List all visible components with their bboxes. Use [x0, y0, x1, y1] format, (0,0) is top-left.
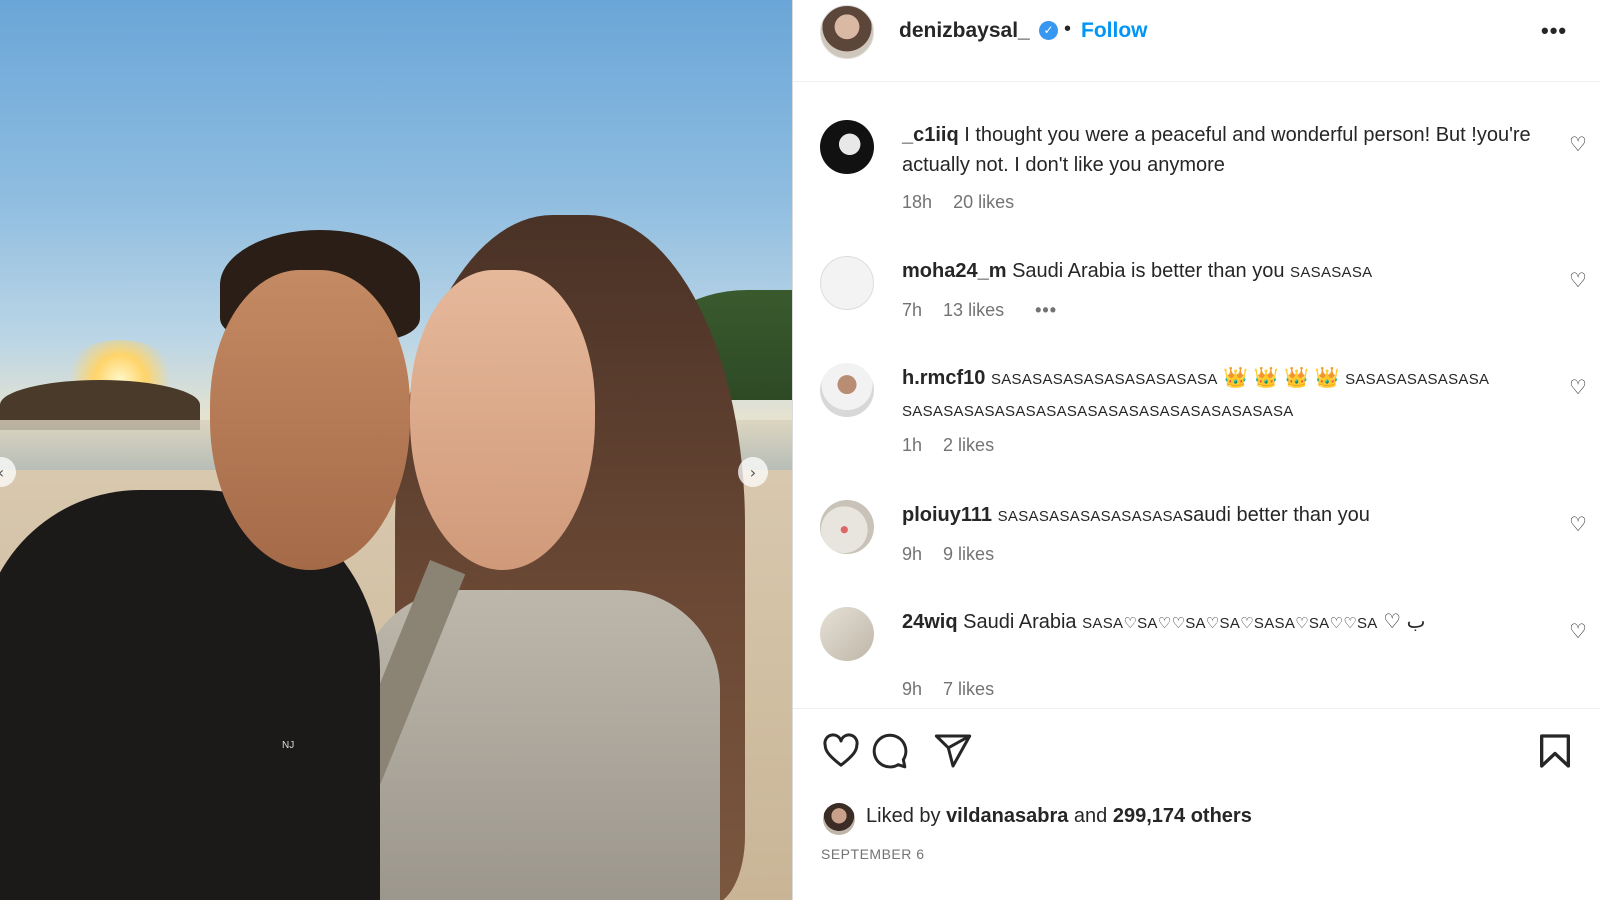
comment-tail: ♡ ب — [1383, 611, 1426, 633]
comment-time[interactable]: 9h — [902, 679, 922, 699]
comment-time[interactable]: 9h — [902, 544, 922, 564]
heart-icon[interactable]: ♡ — [1569, 132, 1587, 156]
comment-text: h.rmcf10 SASASASASASASASASASASA 👑 👑 👑 👑 … — [902, 363, 1552, 427]
comment-username[interactable]: moha24_m — [902, 260, 1007, 282]
comment-likes[interactable]: 20 likes — [953, 192, 1014, 212]
comment-caps: SASASASASASASA — [1345, 371, 1490, 388]
comment-text: moha24_m Saudi Arabia is better than you… — [902, 256, 1552, 288]
follow-button[interactable]: Follow — [1081, 19, 1148, 43]
liked-by[interactable]: Liked by vildanasabra and 299,174 others — [866, 805, 1252, 828]
man-face — [210, 270, 410, 570]
comment-text: _c1iiq I thought you were a peaceful and… — [902, 120, 1552, 180]
heart-icon[interactable] — [821, 731, 861, 771]
comment-likes[interactable]: 2 likes — [943, 435, 994, 455]
comment-time[interactable]: 18h — [902, 192, 932, 212]
comment-content: Saudi Arabia is better than you — [1012, 260, 1285, 282]
avatar[interactable] — [820, 607, 874, 661]
comment-time[interactable]: 7h — [902, 300, 922, 320]
post-panel: denizbaysal_ ✓ • Follow ••• _c1iiq I tho… — [792, 0, 1600, 900]
comment-caps: SASA♡SA♡♡SA♡SA♡SASA♡SA♡♡SA — [1082, 615, 1378, 632]
comment-username[interactable]: h.rmcf10 — [902, 367, 985, 389]
separator-dot: • — [1064, 18, 1072, 40]
comment-icon[interactable] — [869, 731, 909, 771]
share-icon[interactable] — [933, 731, 973, 771]
comment-caps: SASASASASASASASASASASASASASASASASASASA — [902, 403, 1294, 420]
comment-text: ploiuy111 SASASASASASASASASAsaudi better… — [902, 500, 1552, 532]
comments-list[interactable]: _c1iiq I thought you were a peaceful and… — [793, 100, 1600, 700]
comment-username[interactable]: ploiuy111 — [902, 504, 992, 526]
post-photo[interactable]: NJ ‹ › — [0, 0, 792, 900]
woman-face — [410, 270, 595, 570]
liked-and: and — [1073, 805, 1108, 827]
comment-meta: 7h 13 likes ••• — [902, 300, 1073, 321]
avatar[interactable] — [820, 500, 874, 554]
comment-time[interactable]: 1h — [902, 435, 922, 455]
comment-more-icon[interactable]: ••• — [1035, 300, 1057, 320]
liked-others[interactable]: 299,174 others — [1113, 805, 1252, 827]
avatar[interactable] — [823, 803, 855, 835]
avatar[interactable] — [820, 5, 874, 59]
shirt-logo: NJ — [282, 740, 295, 751]
post-date[interactable]: SEPTEMBER 6 — [821, 846, 925, 862]
post-username[interactable]: denizbaysal_ — [899, 19, 1030, 43]
comment-caps: SASASASASASASASASASASA — [990, 371, 1218, 388]
bookmark-icon[interactable] — [1535, 731, 1575, 771]
heart-icon[interactable]: ♡ — [1569, 619, 1587, 643]
post-header: denizbaysal_ ✓ • Follow ••• — [793, 0, 1600, 82]
comment-caps: SASASASASASASASASA — [997, 508, 1184, 525]
avatar[interactable] — [820, 256, 874, 310]
verified-icon: ✓ — [1039, 21, 1058, 40]
more-icon[interactable]: ••• — [1541, 18, 1567, 44]
comment-username[interactable]: 24wiq — [902, 611, 958, 633]
heart-icon[interactable]: ♡ — [1569, 512, 1587, 536]
crown-emoji: 👑 👑 👑 👑 — [1223, 367, 1340, 389]
comment-username[interactable]: _c1iiq — [902, 124, 959, 146]
comment-content: Saudi Arabia — [963, 611, 1077, 633]
comment-meta: 18h 20 likes — [902, 192, 1030, 213]
comment-meta: 9h 9 likes — [902, 544, 1010, 565]
comment-meta: 1h 2 likes — [902, 435, 1010, 456]
heart-icon[interactable]: ♡ — [1569, 375, 1587, 399]
comment-content: saudi better than you — [1183, 504, 1370, 526]
liked-user[interactable]: vildanasabra — [946, 805, 1068, 827]
comment-likes[interactable]: 7 likes — [943, 679, 994, 699]
heart-icon[interactable]: ♡ — [1569, 268, 1587, 292]
liked-prefix: Liked by — [866, 805, 941, 827]
avatar[interactable] — [820, 363, 874, 417]
comment-likes[interactable]: 13 likes — [943, 300, 1004, 320]
avatar[interactable] — [820, 120, 874, 174]
comment-likes[interactable]: 9 likes — [943, 544, 994, 564]
comment-meta: 9h 7 likes — [902, 679, 1010, 700]
next-photo-button[interactable]: › — [738, 457, 768, 487]
action-bar — [793, 708, 1600, 900]
comment-content: I thought you were a peaceful and wonder… — [902, 124, 1531, 176]
comment-text: 24wiq Saudi Arabia SASA♡SA♡♡SA♡SA♡SASA♡S… — [902, 607, 1552, 639]
comment-caps: SASASASA — [1290, 264, 1373, 281]
